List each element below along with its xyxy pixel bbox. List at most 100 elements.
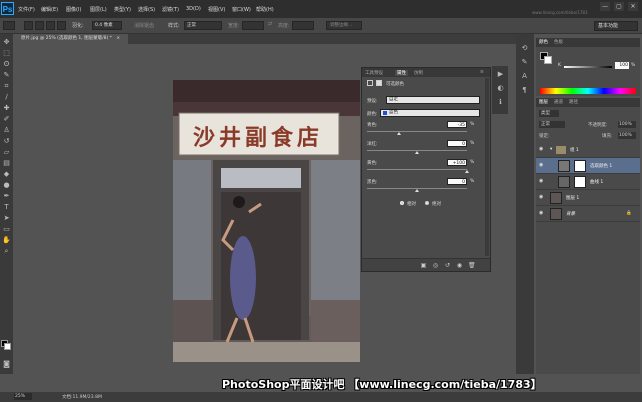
tab-tool-presets[interactable]: 工具预设 bbox=[365, 70, 383, 76]
menu-type[interactable]: 类型(Y) bbox=[114, 6, 131, 13]
clone-stamp-tool-icon[interactable]: ♙ bbox=[2, 126, 11, 135]
eye-icon[interactable]: ◉ bbox=[539, 211, 545, 216]
eraser-tool-icon[interactable]: ▱ bbox=[2, 148, 11, 157]
minimize-icon[interactable]: — bbox=[600, 2, 610, 11]
eye-icon[interactable]: ◉ bbox=[539, 147, 545, 152]
close-icon[interactable]: ✕ bbox=[628, 2, 638, 11]
tab-paths[interactable]: 路径 bbox=[569, 98, 578, 107]
dodge-tool-icon[interactable]: ● bbox=[2, 181, 11, 190]
new-selection-icon[interactable] bbox=[24, 21, 33, 30]
canvas-photo[interactable]: 沙井副食店 bbox=[173, 80, 360, 362]
width-input[interactable] bbox=[242, 21, 264, 30]
layer-mask-thumb[interactable] bbox=[574, 176, 586, 188]
height-input[interactable] bbox=[292, 21, 314, 30]
swap-icon[interactable]: ⇄ bbox=[268, 21, 272, 27]
paragraph-icon[interactable]: ¶ bbox=[520, 86, 529, 95]
menu-view[interactable]: 视图(V) bbox=[208, 6, 225, 13]
color-spectrum[interactable] bbox=[540, 88, 636, 94]
brush-presets-icon[interactable]: ✎ bbox=[520, 58, 529, 67]
menu-window[interactable]: 窗口(W) bbox=[232, 6, 251, 13]
layer-row-selective-color[interactable]: ◉ 选取颜色 1 bbox=[536, 158, 640, 174]
properties-scrollbar[interactable] bbox=[485, 78, 489, 256]
tab-swatches[interactable]: 色板 bbox=[554, 38, 563, 47]
eye-icon[interactable]: ◉ bbox=[539, 163, 545, 168]
yellow-slider-thumb[interactable] bbox=[465, 170, 469, 173]
visibility-icon[interactable]: ◉ bbox=[456, 262, 463, 269]
view-previous-icon[interactable]: ◎ bbox=[432, 262, 439, 269]
add-selection-icon[interactable] bbox=[35, 21, 44, 30]
menu-filter[interactable]: 滤镜(T) bbox=[162, 6, 179, 13]
magenta-value[interactable]: 0 bbox=[447, 140, 467, 147]
layer-group-chevron-icon[interactable]: ▾ bbox=[550, 147, 552, 152]
delete-icon[interactable]: 🗑 bbox=[468, 262, 476, 269]
hand-tool-icon[interactable]: ✋ bbox=[2, 236, 11, 245]
cyan-slider-thumb[interactable] bbox=[397, 132, 401, 135]
menu-edit[interactable]: 编辑(E) bbox=[41, 6, 58, 13]
menu-3d[interactable]: 3D(D) bbox=[186, 6, 201, 12]
color-bg-swatch[interactable] bbox=[544, 56, 552, 64]
refine-edge-button[interactable]: 调整边缘... bbox=[326, 21, 362, 30]
tab-channels[interactable]: 通道 bbox=[554, 98, 563, 107]
quick-select-tool-icon[interactable]: ✎ bbox=[2, 71, 11, 80]
menu-select[interactable]: 选择(S) bbox=[138, 6, 155, 13]
k-value[interactable]: 100 bbox=[615, 62, 629, 69]
workspace-select[interactable]: 基本功能 bbox=[594, 21, 638, 31]
layer-row-group[interactable]: ◉ ▾ 组 1 bbox=[536, 142, 640, 158]
tab-clone-source[interactable]: 仿制 bbox=[414, 70, 423, 76]
k-slider[interactable] bbox=[564, 66, 612, 68]
history-brush-tool-icon[interactable]: ↺ bbox=[2, 137, 11, 146]
black-value[interactable]: 0 bbox=[447, 178, 467, 185]
reset-icon[interactable]: ↺ bbox=[444, 262, 451, 269]
method-absolute-radio[interactable] bbox=[425, 201, 429, 205]
marquee-tool-preset-icon[interactable] bbox=[3, 21, 15, 30]
layer-filter-select[interactable]: 类型 bbox=[539, 110, 559, 117]
clip-to-layer-icon[interactable]: ▣ bbox=[420, 262, 427, 269]
cyan-value[interactable]: -35 bbox=[447, 121, 467, 128]
mask-icon[interactable] bbox=[376, 80, 382, 86]
zoom-level[interactable]: 25% bbox=[14, 393, 32, 400]
blend-mode-select[interactable]: 正常 bbox=[539, 121, 565, 128]
opacity-input[interactable]: 100% bbox=[618, 121, 636, 128]
pen-tool-icon[interactable]: ✒ bbox=[2, 192, 11, 201]
panel-menu-icon[interactable]: ≡ bbox=[480, 70, 484, 75]
layer-row-background[interactable]: ◉ 背景 🔒 bbox=[536, 206, 640, 222]
tab-color[interactable]: 颜色 bbox=[539, 38, 548, 47]
marquee-tool-icon[interactable]: ⬚ bbox=[2, 49, 11, 58]
tab-properties[interactable]: 属性 bbox=[395, 70, 408, 76]
info-icon[interactable]: ℹ bbox=[496, 98, 505, 107]
lasso-tool-icon[interactable]: ʘ bbox=[2, 60, 11, 69]
shape-tool-icon[interactable]: ▭ bbox=[2, 225, 11, 234]
tab-layers[interactable]: 图层 bbox=[539, 98, 548, 107]
healing-brush-tool-icon[interactable]: ✚ bbox=[2, 104, 11, 113]
layer-row-pixel[interactable]: ◉ 图层 1 bbox=[536, 190, 640, 206]
layer-mask-thumb[interactable] bbox=[574, 160, 586, 172]
maximize-icon[interactable]: ▢ bbox=[614, 2, 624, 11]
menu-layer[interactable]: 图层(L) bbox=[90, 6, 107, 13]
type-tool-icon[interactable]: T bbox=[2, 203, 11, 212]
eyedropper-tool-icon[interactable]: ∕ bbox=[2, 93, 11, 102]
eye-icon[interactable]: ◉ bbox=[539, 195, 545, 200]
fill-input[interactable]: 100% bbox=[618, 132, 636, 139]
cyan-slider-track[interactable] bbox=[367, 131, 467, 132]
antialias-checkbox[interactable]: 消除锯齿 bbox=[134, 22, 154, 29]
intersect-selection-icon[interactable] bbox=[57, 21, 66, 30]
yellow-slider-track[interactable] bbox=[367, 169, 467, 170]
magenta-slider-thumb[interactable] bbox=[415, 151, 419, 154]
preset-select[interactable]: 自定 bbox=[386, 96, 480, 104]
character-icon[interactable]: A bbox=[520, 72, 529, 81]
style-select[interactable]: 正常 bbox=[184, 21, 222, 30]
document-info[interactable]: 文档:11.9M/23.8M bbox=[62, 394, 102, 400]
menu-file[interactable]: 文件(F) bbox=[18, 6, 35, 13]
yellow-value[interactable]: +100 bbox=[447, 159, 467, 166]
blur-tool-icon[interactable]: ◆ bbox=[2, 170, 11, 179]
background-color-swatch[interactable] bbox=[4, 343, 11, 350]
brush-tool-icon[interactable]: ✐ bbox=[2, 115, 11, 124]
menu-help[interactable]: 帮助(H) bbox=[256, 6, 274, 13]
menu-image[interactable]: 图像(I) bbox=[66, 6, 81, 13]
gradient-tool-icon[interactable]: ▤ bbox=[2, 159, 11, 168]
move-tool-icon[interactable]: ✥ bbox=[2, 38, 11, 47]
document-tab[interactable]: 原片.jpg @ 25% (选取颜色 1, 图层蒙版/8) * × bbox=[18, 34, 128, 44]
colors-select[interactable]: 蓝色 bbox=[380, 109, 480, 117]
feather-input[interactable]: 0.4 像素 bbox=[92, 21, 122, 30]
zoom-tool-icon[interactable]: ⌕ bbox=[2, 247, 11, 256]
